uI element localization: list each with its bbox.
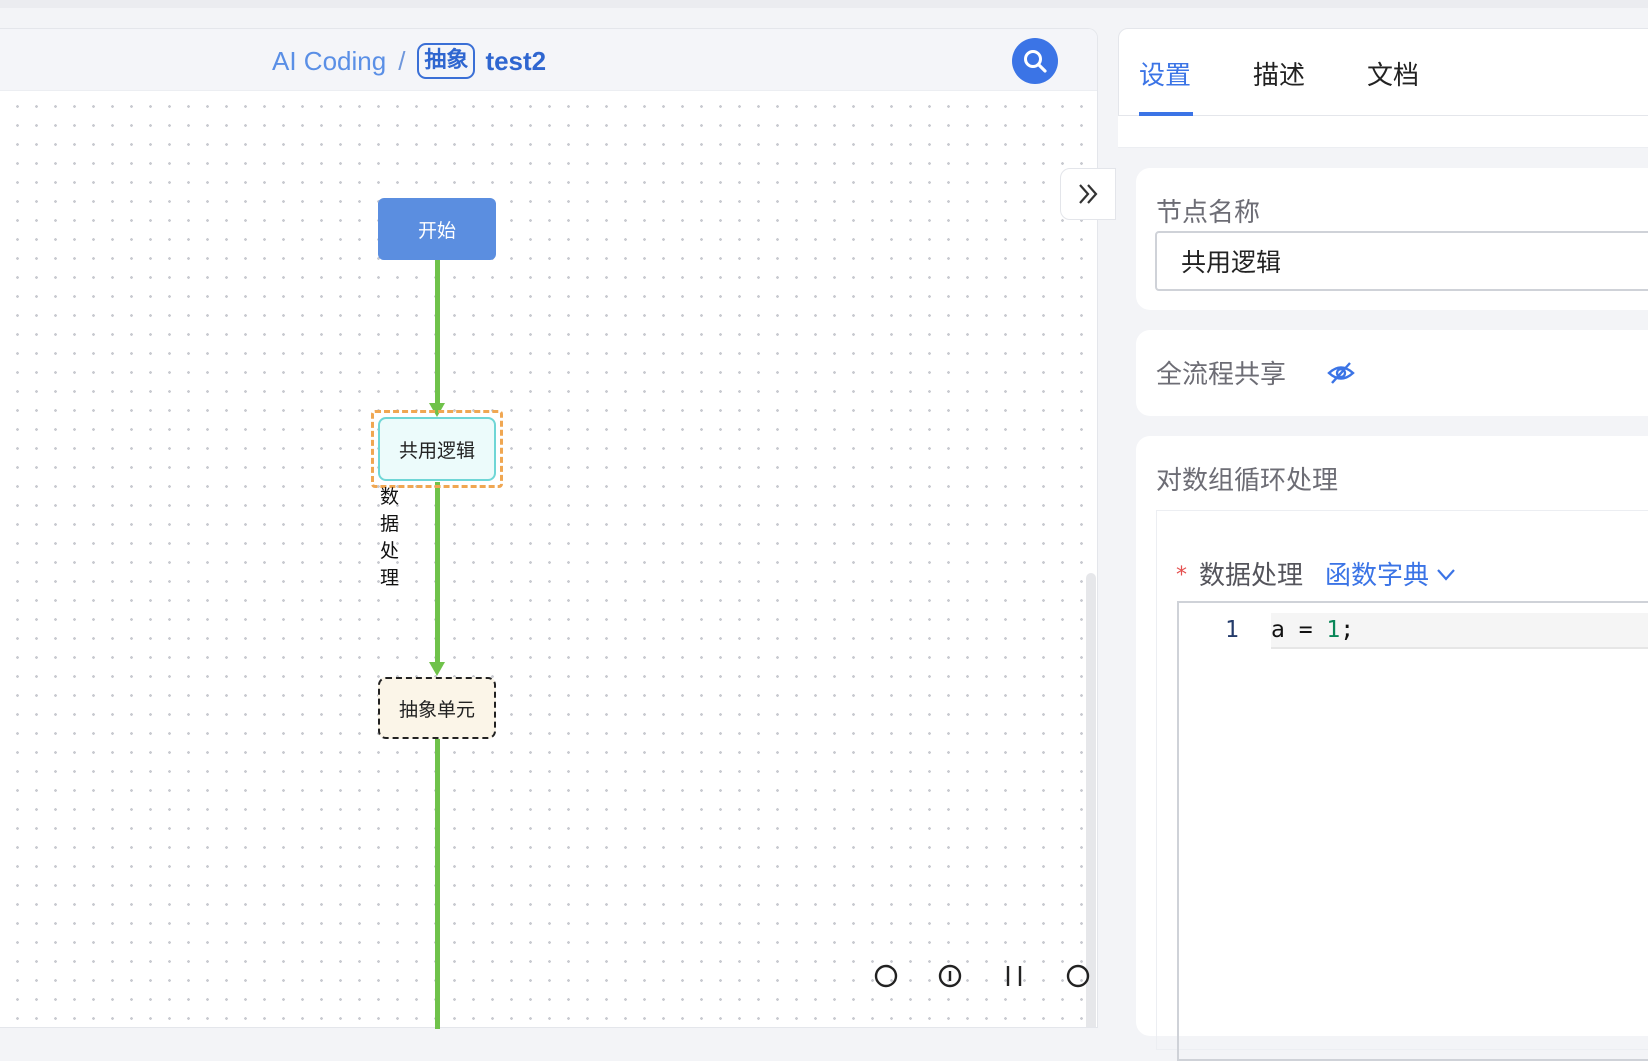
- locate-icon[interactable]: [872, 962, 900, 990]
- tab-settings[interactable]: 设置: [1139, 55, 1191, 92]
- edge-abstract-down: [435, 739, 440, 1029]
- canvas-header: AI Coding / 抽象 test2: [0, 29, 1097, 91]
- properties-panel: 设置 描述 文档 节点名称 共用逻辑 全流程共享 对数组循环处理 * 数据处理 …: [1118, 28, 1648, 1061]
- required-mark: *: [1176, 563, 1187, 588]
- collapse-panel-button[interactable]: [1060, 168, 1116, 220]
- node-name-card: 节点名称 共用逻辑: [1136, 168, 1648, 310]
- edge-start-to-shared: [435, 260, 440, 406]
- function-dictionary-dropdown[interactable]: 函数字典: [1325, 555, 1457, 592]
- tab-description[interactable]: 描述: [1253, 55, 1305, 92]
- code-line[interactable]: a = 1;: [1271, 613, 1648, 649]
- data-process-label: 数据处理: [1199, 561, 1304, 591]
- dot-grid-background: [0, 91, 1090, 1027]
- search-button[interactable]: [1012, 38, 1058, 84]
- breadcrumb-current: test2: [485, 45, 547, 76]
- search-icon: [1024, 50, 1047, 73]
- chevron-down-icon: [1437, 568, 1455, 581]
- loop-label: 对数组循环处理: [1156, 466, 1339, 496]
- node-start[interactable]: 开始: [378, 198, 496, 260]
- node-shared-logic-sublabel: 数据处理: [380, 486, 400, 589]
- double-chevron-right-icon: [1079, 184, 1098, 204]
- edge-shared-to-abstract: [435, 482, 440, 668]
- data-process-box: * 数据处理 函数字典 1 a = 1;: [1156, 510, 1648, 1061]
- loop-card: 对数组循环处理 * 数据处理 函数字典 1 a = 1;: [1136, 436, 1648, 1061]
- fit-view-icon[interactable]: [1000, 962, 1028, 990]
- node-name-label: 节点名称: [1156, 198, 1261, 228]
- node-abstract-unit[interactable]: 抽象单元: [378, 677, 496, 739]
- node-shared-logic[interactable]: 共用逻辑: [378, 417, 496, 481]
- breadcrumb: AI Coding / 抽象 test2: [272, 41, 546, 81]
- canvas-toolbar: [872, 962, 1092, 990]
- share-card: 全流程共享: [1136, 330, 1648, 416]
- code-text: a =: [1271, 617, 1327, 643]
- code-number: 1: [1326, 617, 1341, 643]
- arrow-head: [429, 662, 445, 676]
- node-name-input[interactable]: 共用逻辑: [1155, 231, 1648, 291]
- breadcrumb-type-tag: 抽象: [417, 43, 476, 79]
- zoom-out-icon[interactable]: [1064, 962, 1092, 990]
- line-number: 1: [1225, 617, 1239, 643]
- eye-hidden-icon[interactable]: [1326, 358, 1356, 392]
- canvas-scrollbar[interactable]: [1086, 573, 1096, 1027]
- tab-spacer: [1118, 116, 1648, 148]
- tab-bar: 设置 描述 文档: [1118, 28, 1648, 116]
- function-dictionary-label: 函数字典: [1325, 561, 1430, 591]
- zoom-in-icon[interactable]: [936, 962, 964, 990]
- share-label: 全流程共享: [1156, 360, 1287, 390]
- code-terminator: ;: [1340, 617, 1355, 643]
- flow-canvas-panel: AI Coding / 抽象 test2: [0, 28, 1098, 1028]
- breadcrumb-separator: /: [398, 45, 406, 76]
- top-bar: [0, 0, 1648, 8]
- tab-docs[interactable]: 文档: [1367, 55, 1419, 92]
- code-editor[interactable]: 1 a = 1;: [1177, 601, 1648, 1061]
- breadcrumb-root[interactable]: AI Coding: [272, 46, 386, 77]
